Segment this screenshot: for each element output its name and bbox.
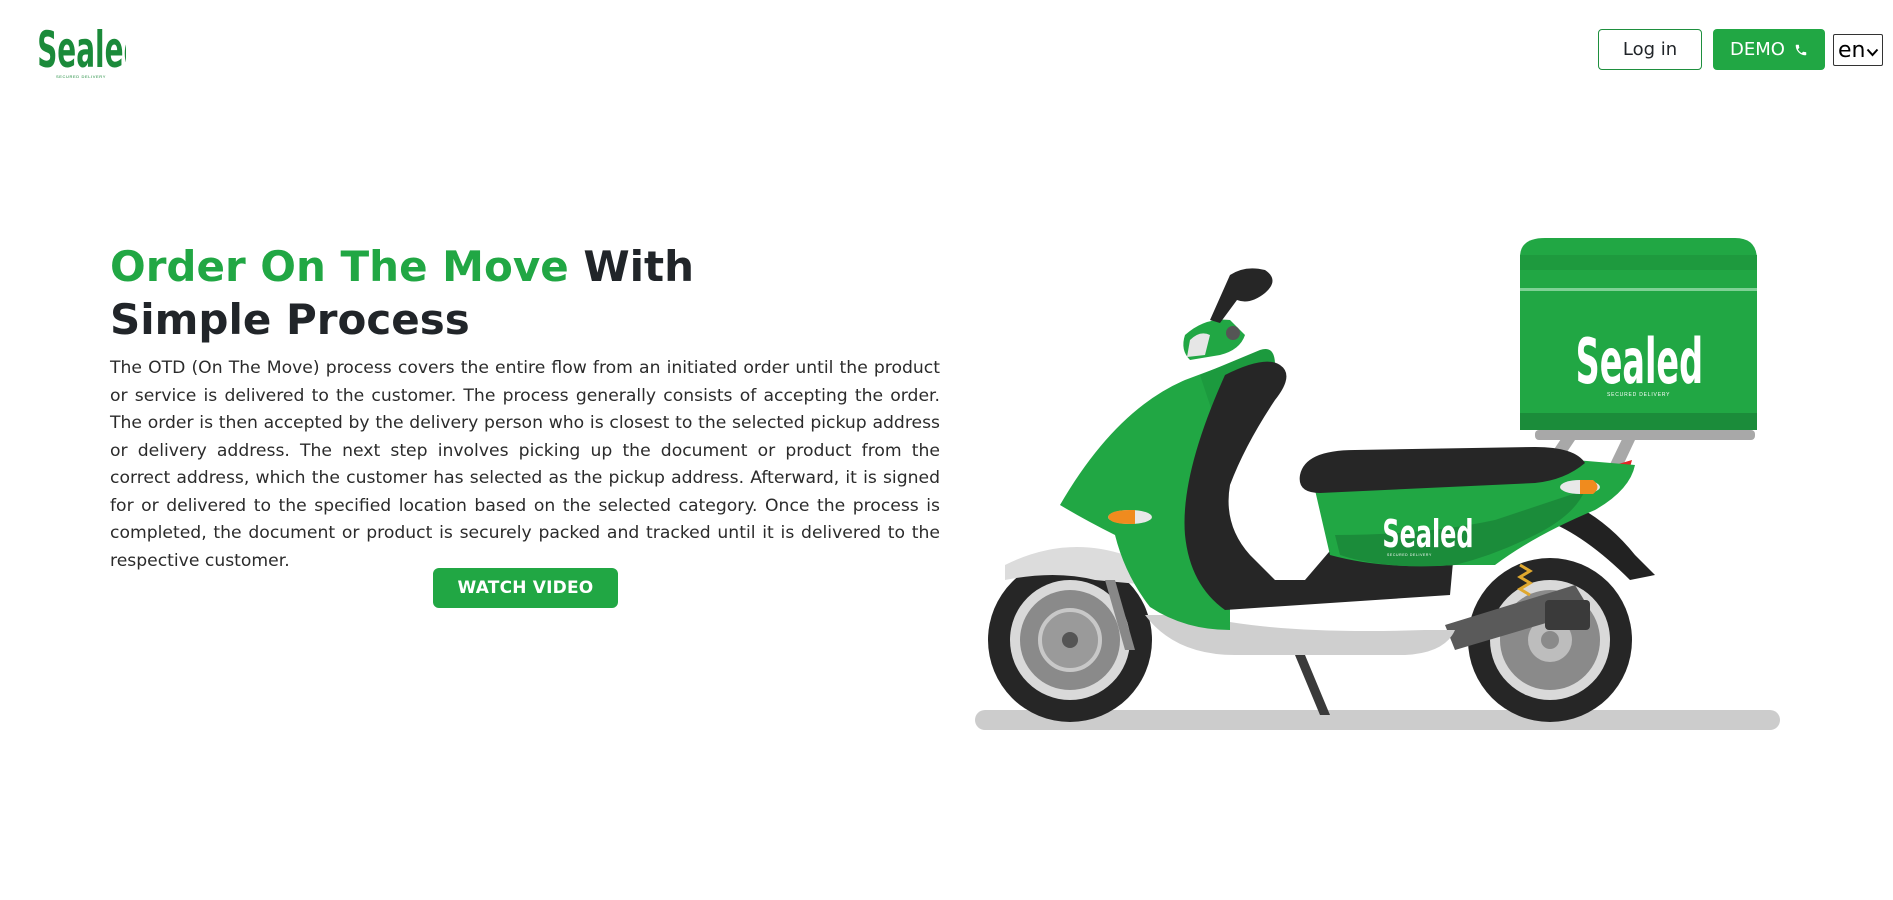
box-logo-wordmark: Sealed bbox=[1576, 327, 1703, 399]
delivery-box: Sealed SECURED DELIVERY bbox=[1520, 238, 1757, 430]
hero-title: Order On The Move With Simple Process bbox=[110, 240, 830, 346]
kickstand bbox=[1295, 655, 1330, 715]
mirror-mount bbox=[1226, 326, 1240, 340]
body-logo-tagline: SECURED DELIVERY bbox=[1387, 553, 1432, 557]
rear-wheel bbox=[1468, 558, 1632, 722]
rear-indicator-amber bbox=[1580, 480, 1598, 494]
login-button-label: Log in bbox=[1622, 39, 1678, 60]
demo-button-label: DEMO bbox=[1730, 39, 1785, 60]
watch-video-label: WATCH VIDEO bbox=[457, 578, 594, 598]
landing-page: Sealed SECURED DELIVERY Log in DEMO en O… bbox=[0, 0, 1893, 900]
logo-tagline: SECURED DELIVERY bbox=[56, 74, 106, 79]
hero-title-accent: Order On The Move bbox=[110, 242, 569, 291]
demo-button[interactable]: DEMO bbox=[1713, 29, 1825, 70]
watch-video-button[interactable]: WATCH VIDEO bbox=[433, 568, 618, 608]
language-select-value: en bbox=[1838, 37, 1866, 63]
sealed-logo[interactable]: Sealed SECURED DELIVERY bbox=[36, 16, 126, 82]
language-select[interactable]: en bbox=[1833, 34, 1883, 66]
delivery-scooter-illustration: Sealed SECURED DELIVERY Sealed SECURED D… bbox=[975, 235, 1795, 740]
phone-icon bbox=[1794, 43, 1808, 57]
engine bbox=[1545, 600, 1590, 630]
mirror bbox=[1210, 268, 1273, 323]
body-logo-wordmark: Sealed bbox=[1382, 512, 1473, 556]
chevron-down-icon bbox=[1866, 38, 1879, 63]
login-button[interactable]: Log in bbox=[1598, 29, 1702, 70]
hero-description: The OTD (On The Move) process covers the… bbox=[110, 358, 940, 571]
logo-wordmark: Sealed bbox=[37, 20, 126, 79]
box-logo-tagline: SECURED DELIVERY bbox=[1607, 392, 1670, 398]
